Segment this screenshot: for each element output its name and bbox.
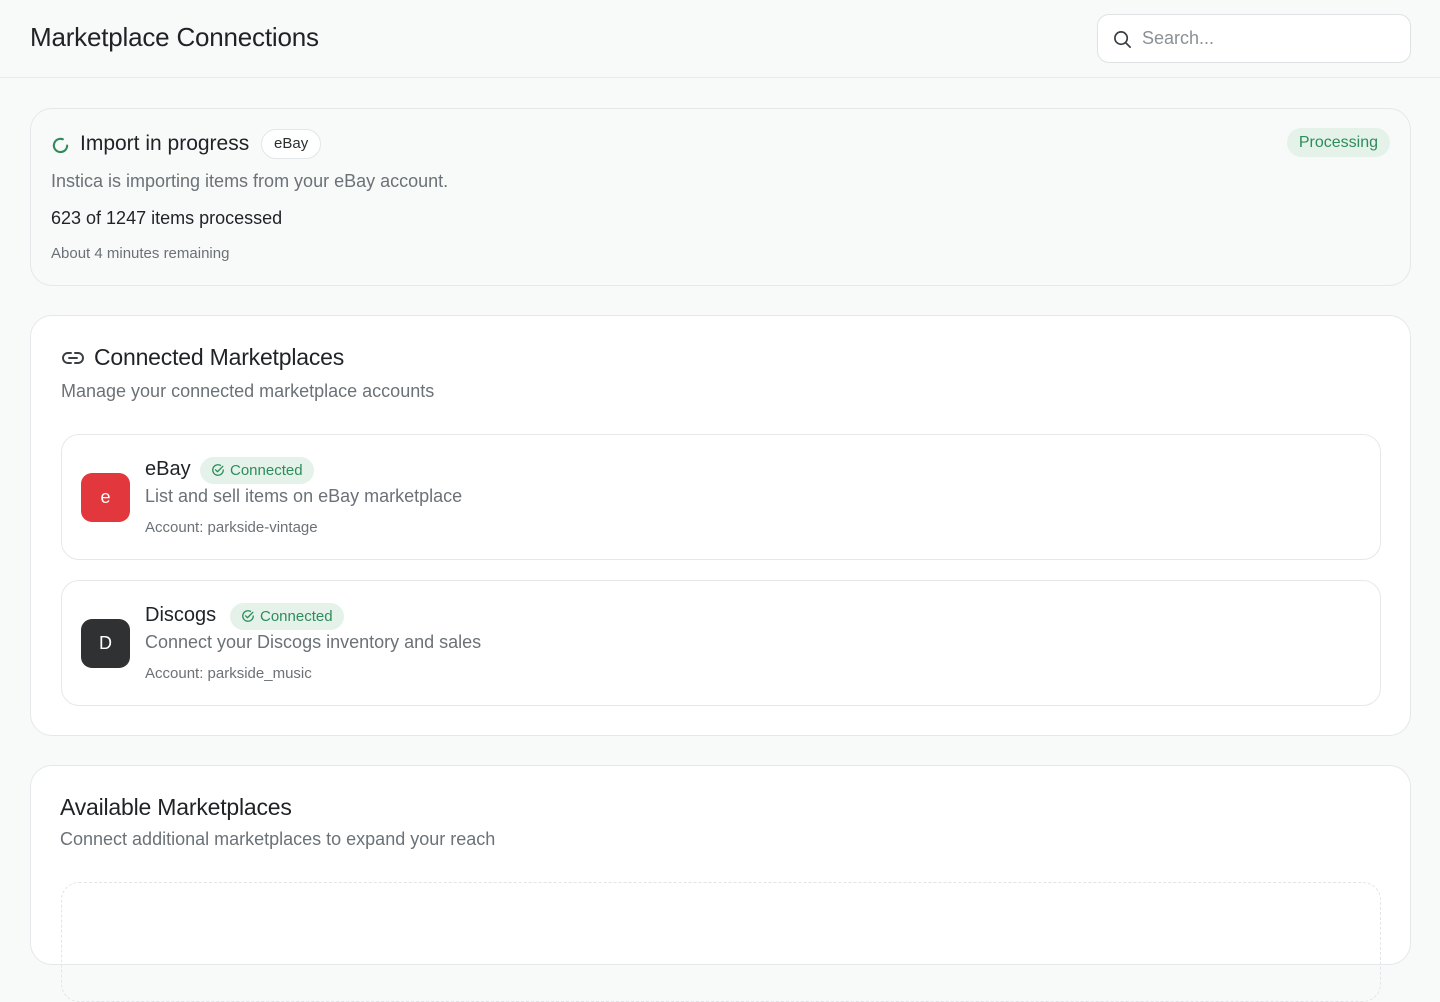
check-circle-icon (212, 464, 224, 476)
marketplace-account: Account: parkside-vintage (145, 519, 318, 536)
discogs-logo: D (81, 619, 130, 668)
marketplace-row-ebay[interactable]: e eBay Connected List and sell items on … (61, 434, 1381, 560)
badge-label: Connected (230, 462, 303, 479)
link-icon (62, 352, 84, 364)
connected-status-badge: Connected (200, 457, 314, 484)
available-marketplace-placeholder (61, 882, 1381, 1002)
search-icon (1114, 31, 1131, 48)
import-progress-card: Import in progress eBay Processing Insti… (30, 108, 1411, 286)
connected-marketplaces-card: Connected Marketplaces Manage your conne… (30, 315, 1411, 736)
import-eta: About 4 minutes remaining (51, 245, 230, 262)
import-description: Instica is importing items from your eBa… (51, 171, 449, 191)
processing-status-badge: Processing (1286, 128, 1390, 157)
import-title: Import in progress (80, 132, 250, 155)
available-section-title: Available Marketplaces (60, 794, 292, 820)
import-progress-text: 623 of 1247 items processed (51, 208, 283, 228)
marketplace-description: Connect your Discogs inventory and sales (145, 632, 482, 652)
marketplace-name: Discogs (145, 604, 217, 626)
available-marketplaces-card: Available Marketplaces Connect additiona… (30, 765, 1411, 1002)
ebay-logo: e (81, 473, 130, 522)
connected-status-badge: Connected (230, 603, 344, 630)
marketplace-row-discogs[interactable]: D Discogs Connected Connect your Discogs… (61, 580, 1381, 706)
connected-section-title: Connected Marketplaces (94, 344, 345, 370)
available-section-subtitle: Connect additional marketplaces to expan… (60, 829, 496, 849)
spinner-icon (52, 137, 69, 154)
search-input[interactable] (1142, 16, 1397, 61)
search-box[interactable] (1097, 14, 1411, 63)
check-circle-icon (242, 610, 254, 622)
page-title: Marketplace Connections (30, 22, 319, 52)
marketplace-name: eBay (145, 458, 191, 480)
badge-label: Connected (260, 608, 333, 625)
connected-section-subtitle: Manage your connected marketplace accoun… (61, 381, 435, 401)
marketplace-description: List and sell items on eBay marketplace (145, 486, 463, 506)
import-source-pill: eBay (261, 129, 322, 159)
marketplace-account: Account: parkside_music (145, 665, 312, 682)
top-bar: Marketplace Connections (0, 0, 1440, 78)
